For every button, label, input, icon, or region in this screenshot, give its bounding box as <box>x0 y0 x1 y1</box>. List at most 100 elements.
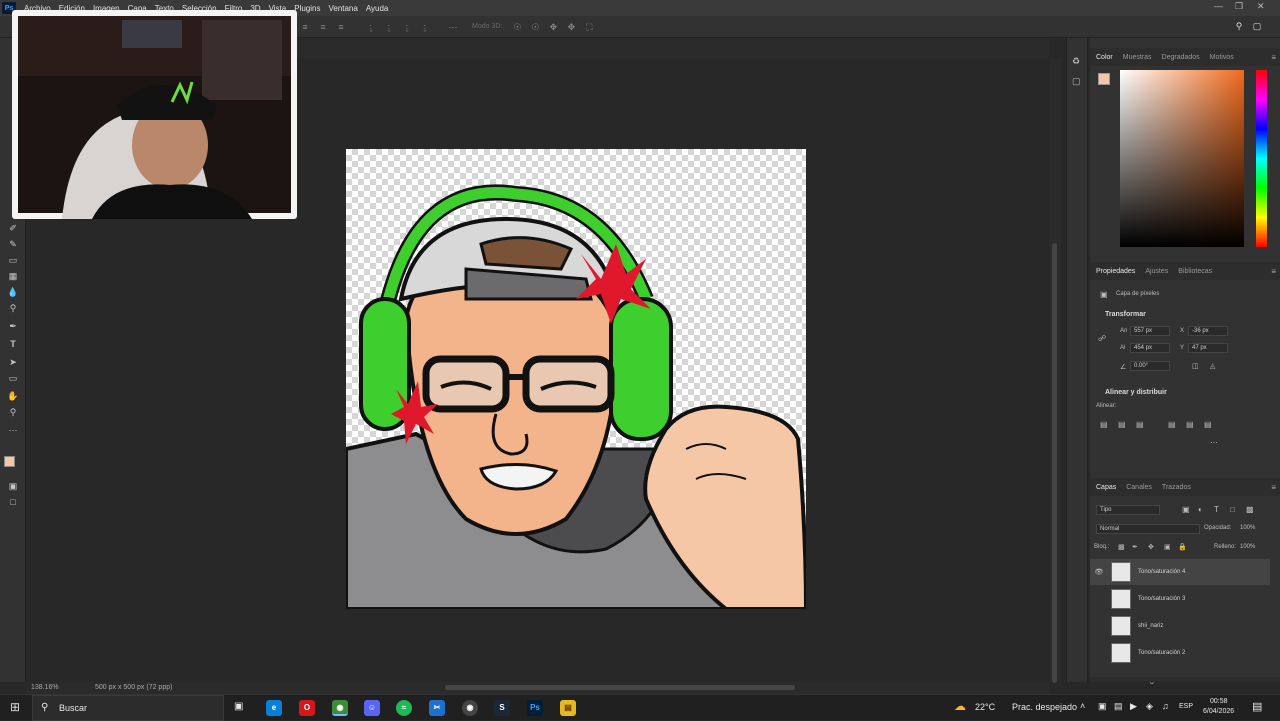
scale-3d-icon[interactable]: ⛶ <box>584 22 594 32</box>
opera-icon[interactable]: O <box>299 700 315 716</box>
menu-ayuda[interactable]: Ayuda <box>366 4 389 13</box>
clock-date[interactable]: 6/04/2026 <box>1203 708 1234 715</box>
tab-bibliotecas[interactable]: Bibliotecas <box>1178 268 1212 275</box>
color-panel-menu-icon[interactable]: ≡ <box>1271 53 1276 62</box>
vertical-scroll-thumb[interactable] <box>1052 243 1057 683</box>
tab-motivos[interactable]: Motivos <box>1210 54 1234 61</box>
bluetooth-icon[interactable]: ▶ <box>1130 701 1137 712</box>
eraser-tool-icon[interactable]: ▭ <box>6 254 20 266</box>
flip-horizontal-icon[interactable]: ◫ <box>1192 362 1199 370</box>
history-icon[interactable]: ♻ <box>1072 56 1080 67</box>
opacity-value[interactable]: 100% <box>1240 525 1255 531</box>
layer-row[interactable]: Tono/saturación 2 <box>1090 640 1270 666</box>
filter-adjustment-icon[interactable]: ◐ <box>1198 505 1203 514</box>
file-explorer-icon[interactable]: ▤ <box>560 700 576 716</box>
quick-mask-icon[interactable]: ▣ <box>6 480 20 492</box>
more-options-icon[interactable]: ⋯ <box>448 22 458 32</box>
lock-position-icon[interactable]: ✥ <box>1148 543 1154 551</box>
lock-pixels-icon[interactable]: ✒ <box>1132 543 1138 551</box>
type-tool-icon[interactable]: T <box>6 338 20 350</box>
tab-ajustes[interactable]: Ajustes <box>1145 268 1168 275</box>
search-icon[interactable]: ⚲ <box>1234 21 1244 31</box>
layers-panel-menu-icon[interactable]: ≡ <box>1271 483 1276 492</box>
close-icon[interactable]: ✕ <box>1257 1 1265 12</box>
edge-icon[interactable]: e <box>266 700 282 716</box>
filter-type-icon[interactable]: T <box>1214 505 1219 514</box>
align-middle-icon[interactable]: ⍮ <box>384 22 394 32</box>
brush-tool-icon[interactable]: ✎ <box>6 238 20 250</box>
filter-shape-icon[interactable]: □ <box>1230 505 1235 514</box>
menu-ventana[interactable]: Ventana <box>328 4 357 13</box>
dodge-tool-icon[interactable]: ⚲ <box>6 302 20 314</box>
zoom-tool-icon[interactable]: ⚲ <box>6 406 20 418</box>
align-top-edges-icon[interactable]: ▤ <box>1168 420 1176 429</box>
x-field[interactable]: -36 px <box>1188 326 1228 336</box>
hue-slider[interactable] <box>1256 70 1267 247</box>
document-info[interactable]: 500 px x 500 px (72 ppp) <box>95 684 172 691</box>
more-tools-icon[interactable]: ⋯ <box>6 424 20 436</box>
align-bottom-icon[interactable]: ⍮ <box>402 22 412 32</box>
windows-start-icon[interactable]: ⊞ <box>10 700 20 714</box>
spotify-icon[interactable]: ≈ <box>396 700 412 716</box>
align-distribute-title[interactable]: Alinear y distribuir <box>1105 389 1167 396</box>
lock-transparent-icon[interactable]: ▩ <box>1118 543 1125 551</box>
vertical-scrollbar[interactable] <box>1049 58 1061 683</box>
tab-propiedades[interactable]: Propiedades <box>1096 268 1135 275</box>
steam-icon[interactable]: S <box>494 700 510 716</box>
align-center-icon[interactable]: ≡ <box>318 22 328 32</box>
fill-value[interactable]: 100% <box>1240 544 1255 550</box>
align-right-edges-icon[interactable]: ▤ <box>1136 420 1144 429</box>
roll-3d-icon[interactable]: ☉ <box>530 22 540 32</box>
transform-title[interactable]: Transformar <box>1105 311 1146 318</box>
distribute-icon[interactable]: ⍮ <box>420 22 430 32</box>
document-canvas[interactable] <box>346 149 806 609</box>
zoom-level[interactable]: 138.16% <box>31 684 59 691</box>
chrome-icon[interactable]: ◉ <box>332 700 348 716</box>
tab-capas[interactable]: Capas <box>1096 484 1116 491</box>
align-bottom-edges-icon[interactable]: ▤ <box>1204 420 1212 429</box>
screen-mode-icon[interactable]: □ <box>6 496 20 508</box>
lock-all-icon[interactable]: 🔒 <box>1178 543 1187 551</box>
align-v-centers-icon[interactable]: ▤ <box>1186 420 1194 429</box>
align-right-icon[interactable]: ≡ <box>336 22 346 32</box>
clock-time[interactable]: 00:58 <box>1210 698 1228 705</box>
visibility-eye-icon[interactable]: 👁 <box>1090 568 1108 576</box>
flip-vertical-icon[interactable]: ◬ <box>1210 362 1215 370</box>
blur-tool-icon[interactable]: 💧 <box>6 286 20 298</box>
properties-panel-menu-icon[interactable]: ≡ <box>1271 267 1276 276</box>
minimize-icon[interactable]: — <box>1214 1 1223 11</box>
align-left-icon[interactable]: ≡ <box>300 22 310 32</box>
link-dimensions-icon[interactable]: ☍ <box>1098 334 1106 343</box>
layer-filter-select[interactable]: Tipo <box>1096 505 1160 515</box>
weather-desc[interactable]: Prac. despejado <box>1012 702 1077 712</box>
align-h-centers-icon[interactable]: ▤ <box>1118 420 1126 429</box>
layer-row[interactable]: Tono/saturación 3 <box>1090 586 1270 612</box>
angle-field[interactable]: 0.00° <box>1130 361 1170 371</box>
width-field[interactable]: 557 px <box>1130 326 1170 336</box>
horizontal-scroll-thumb[interactable] <box>445 685 795 690</box>
task-view-icon[interactable]: ▣ <box>234 701 243 712</box>
tab-muestras[interactable]: Muestras <box>1123 54 1152 61</box>
tab-canales[interactable]: Canales <box>1126 484 1152 491</box>
comments-icon[interactable]: ▢ <box>1072 76 1081 87</box>
more-align-icon[interactable]: ⋯ <box>1210 438 1218 447</box>
blend-mode-select[interactable]: Normal <box>1096 524 1200 534</box>
filter-pixel-icon[interactable]: ▣ <box>1182 505 1190 514</box>
network-icon[interactable]: ▤ <box>1114 701 1123 712</box>
orbit-3d-icon[interactable]: ☉ <box>512 22 522 32</box>
obs-icon[interactable]: ◉ <box>462 700 478 716</box>
snip-tool-icon[interactable]: ✂ <box>429 700 445 716</box>
wifi-icon[interactable]: ◈ <box>1146 701 1153 712</box>
menu-plugins[interactable]: Plugins <box>294 4 320 13</box>
tab-color[interactable]: Color <box>1096 54 1113 61</box>
tray-overflow-icon[interactable]: ˄ <box>1080 701 1085 711</box>
workspace-icon[interactable]: ▢ <box>1252 21 1262 31</box>
crop-tool-icon[interactable]: ✐ <box>6 222 20 234</box>
color-picker-field[interactable] <box>1120 70 1244 247</box>
pen-tool-icon[interactable]: ✒ <box>6 320 20 332</box>
tray-icon[interactable]: ▣ <box>1098 701 1107 712</box>
layer-row[interactable]: 👁 Tono/saturación 4 <box>1090 559 1270 585</box>
rectangle-tool-icon[interactable]: ▭ <box>6 372 20 384</box>
restore-icon[interactable]: ❐ <box>1235 1 1243 12</box>
align-top-icon[interactable]: ⍮ <box>366 22 376 32</box>
